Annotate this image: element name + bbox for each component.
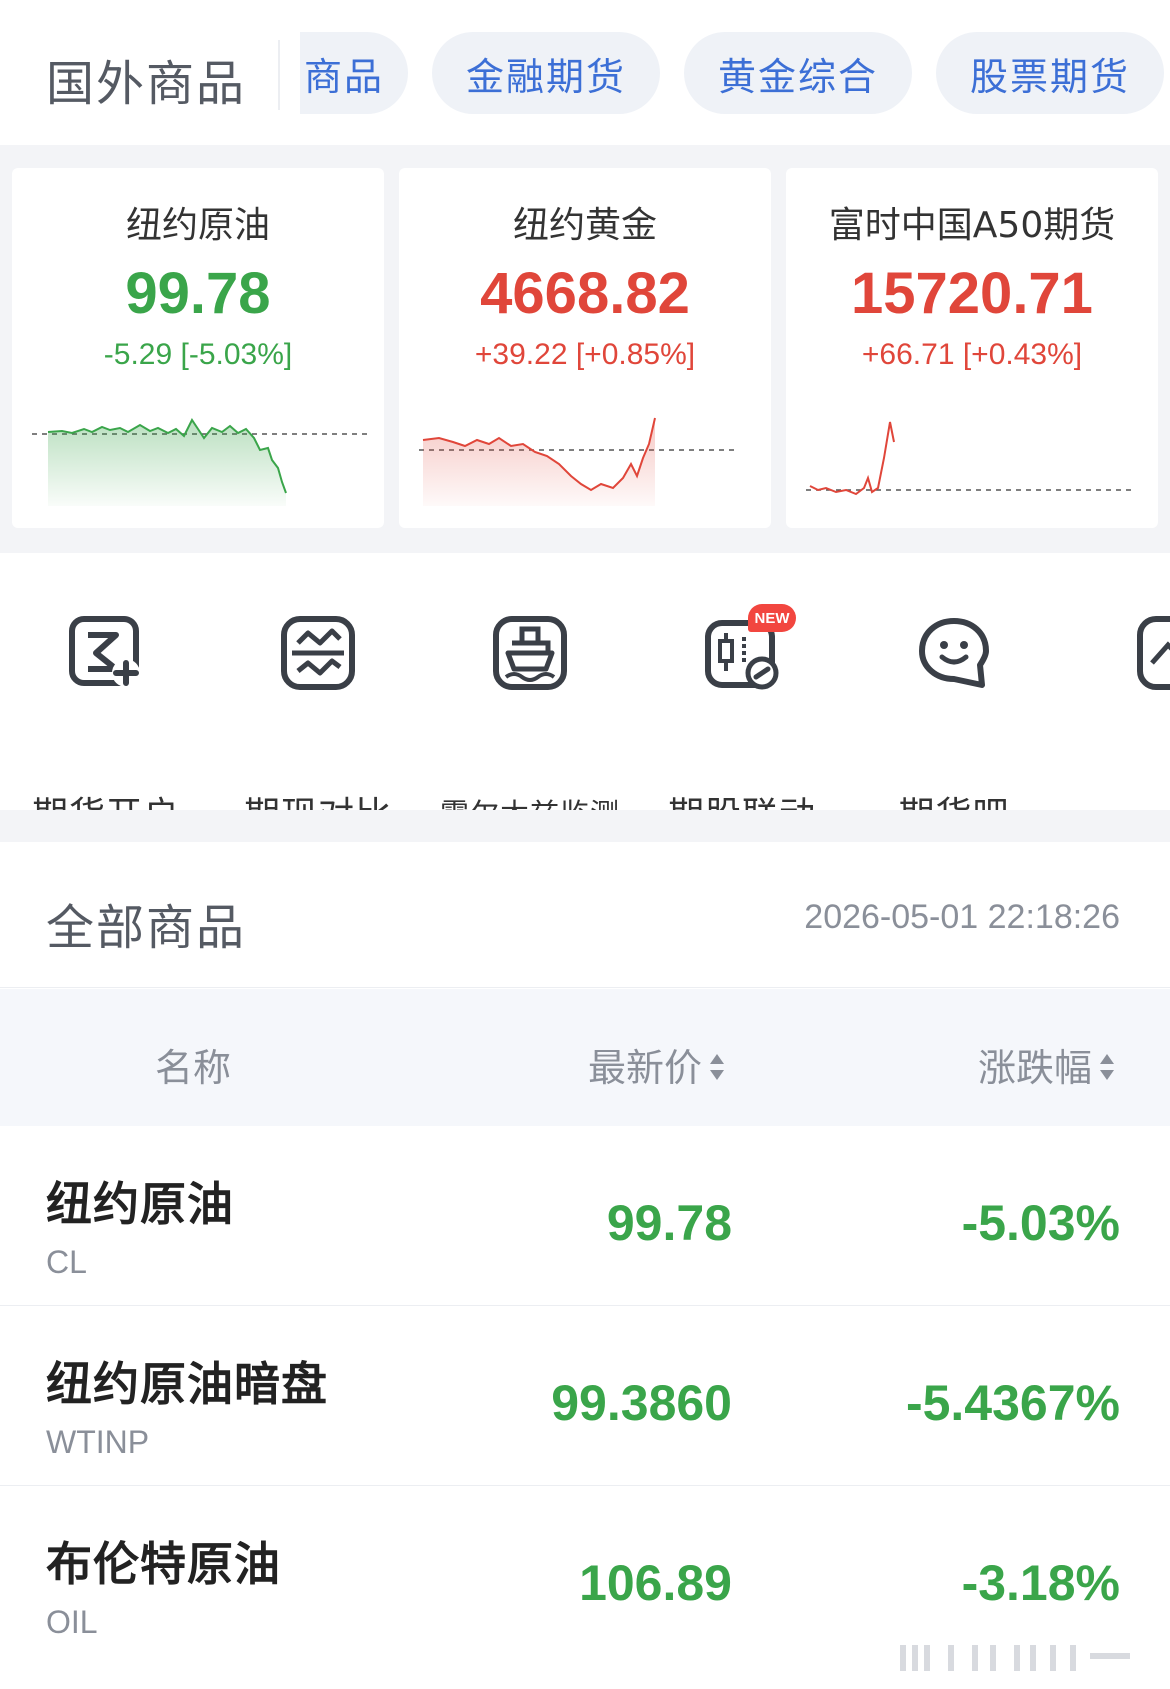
shortcut-hormuz-monitor[interactable]: 霍尔木兹监测 <box>430 613 630 831</box>
table-row[interactable]: 纽约原油 CL 99.78 -5.03% <box>0 1126 1170 1306</box>
commodity-name: 纽约原油暗盘 <box>46 1357 328 1411</box>
column-header-price-label: 最新价 <box>588 1046 703 1090</box>
shortcut-grid: 期货开户 期现对比 霍尔木兹监测 期股联动 <box>0 553 1170 836</box>
column-header-change-label: 涨跌幅 <box>978 1046 1093 1090</box>
commodity-price: 99.3860 <box>551 1375 732 1431</box>
commodity-change: -5.4367% <box>905 1375 1120 1431</box>
shortcut-futures-forum[interactable]: 期货吧 <box>854 613 1054 836</box>
section-divider <box>0 810 1170 842</box>
tab-pill-label: 股票期货 <box>969 54 1130 99</box>
quote-card-ny-crude[interactable]: 纽约原油 99.78 -5.29 [-5.03%] <box>12 168 384 528</box>
tab-pill-gold[interactable]: 黄金综合 <box>684 32 912 114</box>
commodity-change: -3.18% <box>961 1555 1120 1611</box>
new-badge: NEW <box>748 604 796 632</box>
card-price: 15720.71 <box>851 261 1093 326</box>
commodity-code: CL <box>46 1244 87 1280</box>
sparkline-chart <box>32 418 368 506</box>
card-name: 纽约黄金 <box>512 205 657 246</box>
commodity-name: 布伦特原油 <box>46 1537 281 1591</box>
commodity-price: 99.78 <box>606 1195 732 1251</box>
card-change: +66.71 [+0.43%] <box>861 338 1083 371</box>
watermark-logo <box>900 1645 1130 1671</box>
tab-pill-label: 金融期货 <box>465 54 626 99</box>
ship-monitor-icon <box>493 616 567 690</box>
tab-pill-financial-futures[interactable]: 金融期货 <box>432 32 660 114</box>
column-header-change[interactable]: 涨跌幅 <box>978 1037 1116 1092</box>
table-header: 名称 最新价 涨跌幅 <box>0 989 1170 1126</box>
section-title: 全部商品 <box>46 900 247 956</box>
tab-pill-label: 商品 <box>304 54 385 99</box>
shortcut-vote[interactable]: 投票 <box>1066 613 1170 793</box>
card-change: -5.29 [-5.03%] <box>103 338 293 371</box>
quote-card-ny-gold[interactable]: 纽约黄金 4668.82 +39.22 [+0.85%] <box>399 168 771 528</box>
account-open-icon <box>69 616 140 687</box>
update-timestamp: 2026-05-01 22:18:26 <box>804 898 1120 936</box>
commodity-code: WTINP <box>46 1424 150 1460</box>
card-name: 纽约原油 <box>125 205 270 246</box>
sparkline-chart <box>806 421 1136 496</box>
column-header-name: 名称 <box>155 1046 232 1090</box>
commodity-change: -5.03% <box>961 1195 1120 1251</box>
sort-icon <box>710 1053 725 1080</box>
quote-card-a50-futures[interactable]: 富时中国A50期货 15720.71 +66.71 [+0.43%] <box>786 168 1158 528</box>
shortcut-futures-stock-link[interactable]: 期股联动 <box>642 613 842 836</box>
category-tab-bar: 国外商品 商品 金融期货 黄金综合 股票期货 <box>0 0 1170 145</box>
all-commodities-header: 全部商品 2026-05-01 22:18:26 <box>0 842 1170 988</box>
vote-icon <box>1137 616 1170 690</box>
tab-pill-stock-futures[interactable]: 股票期货 <box>936 32 1164 114</box>
commodity-name: 纽约原油 <box>46 1177 234 1231</box>
tab-pill-commodities[interactable]: 商品 <box>300 32 408 114</box>
column-header-price[interactable]: 最新价 <box>588 1037 726 1092</box>
chat-bubble-icon <box>919 618 989 688</box>
card-change: +39.22 [+0.85%] <box>474 338 696 371</box>
shortcut-label: 投票 <box>1088 786 1162 793</box>
card-price: 99.78 <box>125 261 271 326</box>
tab-divider <box>278 40 280 110</box>
shortcut-futures-account[interactable]: 期货开户 <box>6 613 206 836</box>
commodity-price: 106.89 <box>579 1555 732 1611</box>
table-row[interactable]: 纽约原油暗盘 WTINP 99.3860 -5.4367% <box>0 1306 1170 1486</box>
tab-pill-label: 黄金综合 <box>717 54 878 99</box>
compare-icon <box>281 616 355 690</box>
tab-title-foreign-commodities[interactable]: 国外商品 <box>46 44 246 114</box>
sort-icon <box>1100 1053 1115 1080</box>
shortcut-spot-compare[interactable]: 期现对比 <box>218 613 418 836</box>
card-name: 富时中国A50期货 <box>828 205 1116 246</box>
sparkline-line <box>809 421 895 496</box>
sparkline-chart <box>419 417 739 506</box>
card-price: 4668.82 <box>480 261 690 326</box>
commodity-code: OIL <box>46 1604 98 1640</box>
